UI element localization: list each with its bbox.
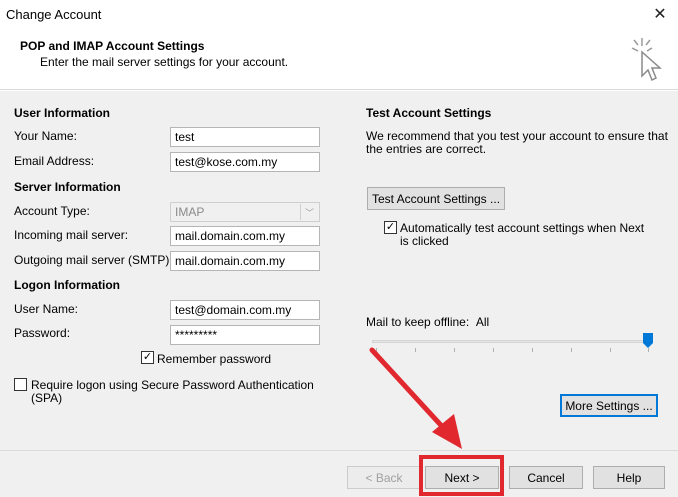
slider-tick [454,348,455,352]
slider-tick [648,348,649,352]
close-icon: ✕ [653,6,667,23]
test-description-line2: the entries are correct. [366,142,487,156]
spa-checkbox[interactable] [14,378,27,391]
window-title: Change Account [6,7,102,22]
incoming-server-field[interactable]: mail.domain.com.my [170,226,320,246]
your-name-label: Your Name: [14,129,77,143]
cancel-button[interactable]: Cancel [509,466,583,489]
auto-test-checkbox[interactable]: ✓ [384,221,397,234]
help-button[interactable]: Help [593,466,665,489]
logon-info-heading: Logon Information [14,278,120,292]
server-info-heading: Server Information [14,180,121,194]
password-label: Password: [14,326,71,340]
offline-slider-thumb[interactable] [643,333,653,348]
slider-tick [610,348,611,352]
spa-label-line1: Require logon using Secure Password Auth… [31,378,314,392]
account-type-dropdown: IMAP ﹀ [170,202,320,222]
username-field[interactable]: test@domain.com.my [170,300,320,320]
email-field[interactable]: test@kose.com.my [170,152,320,172]
outgoing-server-field[interactable]: mail.domain.com.my [170,251,320,271]
test-description-line1: We recommend that you test your account … [366,129,668,143]
slider-tick [493,348,494,352]
remember-password-label: Remember password [157,352,272,366]
more-settings-button[interactable]: More Settings ... [560,394,658,417]
slider-tick [415,348,416,352]
chevron-down-icon: ﹀ [300,204,318,220]
slider-tick [376,348,377,352]
user-info-heading: User Information [14,106,111,120]
offline-slider-track[interactable] [372,340,652,343]
remember-password-checkbox[interactable]: ✓ [141,351,154,364]
email-label: Email Address: [14,154,95,168]
account-type-label: Account Type: [14,204,90,218]
offline-label-text: Mail to keep offline: [366,315,470,329]
offline-value: All [475,315,490,329]
check-icon: ✓ [385,221,396,233]
your-name-field[interactable]: test [170,127,320,147]
account-type-value: IMAP [175,205,205,219]
outgoing-server-label: Outgoing mail server (SMTP): [14,253,173,267]
click-cursor-icon [631,38,662,82]
test-settings-heading: Test Account Settings [366,106,492,120]
incoming-server-label: Incoming mail server: [14,228,129,242]
back-button[interactable]: < Back [347,466,421,489]
next-highlight-box [419,455,504,496]
check-icon: ✓ [142,351,153,363]
slider-tick [571,348,572,352]
auto-test-label-line2: is clicked [400,234,449,248]
title-bar: Change Account ✕ [0,0,678,28]
spa-label-line2: (SPA) [31,391,63,405]
close-button[interactable]: ✕ [646,2,674,26]
header-subtitle: Enter the mail server settings for your … [40,55,289,69]
dialog-header: POP and IMAP Account Settings Enter the … [0,28,678,90]
offline-label: Mail to keep offline: All [366,315,489,329]
auto-test-label-line1: Automatically test account settings when… [400,221,645,235]
test-account-settings-button[interactable]: Test Account Settings ... [367,187,505,210]
slider-tick [532,348,533,352]
password-field[interactable]: ********* [170,325,320,345]
header-title: POP and IMAP Account Settings [20,39,205,53]
username-label: User Name: [14,302,79,316]
